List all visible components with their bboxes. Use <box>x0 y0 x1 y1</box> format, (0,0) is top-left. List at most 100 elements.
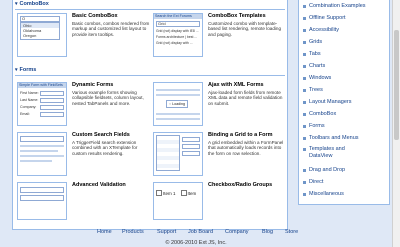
form-field <box>182 151 200 156</box>
bullet-icon <box>303 125 306 128</box>
sample-checkbox-radio-groups[interactable]: Item 1 Item Checkbox/Radio Groups <box>153 182 287 220</box>
sample-thumbnail[interactable] <box>153 132 203 176</box>
checkbox-icon <box>180 190 187 196</box>
nav-item-windows[interactable]: Windows <box>303 74 331 83</box>
sample-thumbnail[interactable] <box>17 182 67 220</box>
collapse-icon[interactable]: ▾ <box>15 1 18 8</box>
nav-item-grids[interactable]: Grids <box>303 38 322 47</box>
site-footer: Home Products Support Job Board Company … <box>0 226 392 247</box>
sample-description: Customized combo with template-based lis… <box>208 21 282 37</box>
footer-link-job-board[interactable]: Job Board <box>188 229 213 235</box>
nav-item-charts[interactable]: Charts <box>303 62 325 71</box>
placeholder-line <box>20 160 52 162</box>
sample-description: A TriggerField search extension combined… <box>72 140 138 156</box>
form-field <box>182 137 200 142</box>
sample-title[interactable]: ComboBox Templates <box>208 13 266 19</box>
forms-section-heading[interactable]: ▾ Forms <box>15 67 36 74</box>
sample-combobox-templates[interactable]: Search the Ext Forums Grid Grid (not) di… <box>153 13 287 63</box>
sample-grid-to-form[interactable]: Binding a Grid to a Form A grid embedded… <box>153 132 287 182</box>
search-result: Forms architecture | best ... <box>156 35 198 39</box>
sample-dynamic-forms[interactable]: Simple Form with FieldSets First Name: L… <box>17 82 151 132</box>
sample-thumbnail[interactable]: O Ohio Oklahoma Oregon <box>17 13 67 57</box>
sample-description: Basic combos, combos rendered from marku… <box>72 21 150 37</box>
form-label: Email: <box>20 112 30 116</box>
form-field <box>20 187 64 193</box>
bullet-icon <box>303 5 306 8</box>
placeholder-line <box>156 118 200 120</box>
placeholder-line <box>156 89 200 91</box>
scrollbar-thumb[interactable] <box>394 30 399 140</box>
sample-title[interactable]: Custom Search Fields <box>72 132 130 138</box>
sample-title[interactable]: Ajax with XML Forms <box>208 82 264 88</box>
form-field <box>40 91 64 96</box>
nav-item-toolbars-menus[interactable]: Toolbars and Menus <box>303 134 359 143</box>
sample-description: Various example forms showing collapsibl… <box>72 90 144 106</box>
sample-thumbnail[interactable]: Search the Ext Forums Grid Grid (not) di… <box>153 13 203 57</box>
nav-item-miscellaneous[interactable]: Miscellaneous <box>303 190 344 199</box>
nav-item-direct[interactable]: Direct <box>303 178 323 187</box>
sample-title[interactable]: Dynamic Forms <box>72 82 113 88</box>
bullet-icon <box>303 65 306 68</box>
collapse-icon[interactable]: ▾ <box>15 67 18 74</box>
section-divider <box>15 9 285 10</box>
sample-title[interactable]: Basic ComboBox <box>72 13 118 19</box>
nav-item-forms[interactable]: Forms <box>303 122 325 131</box>
footer-link-home[interactable]: Home <box>97 229 112 235</box>
sample-custom-search-fields[interactable]: Custom Search Fields A TriggerField sear… <box>17 132 151 182</box>
examples-nav-sidebar: Combination Examples Offline Support Acc… <box>298 0 390 205</box>
footer-link-blog[interactable]: Blog <box>262 229 273 235</box>
footer-link-store[interactable]: Store <box>285 229 298 235</box>
loading-mask: ◌ Loading <box>166 100 188 108</box>
form-field <box>40 112 64 117</box>
form-label: Company: <box>20 105 37 109</box>
sample-title[interactable]: Binding a Grid to a Form <box>208 132 272 138</box>
sample-title[interactable]: Advanced Validation <box>72 182 126 188</box>
footer-link-company[interactable]: Company <box>225 229 249 235</box>
bullet-icon <box>303 137 306 140</box>
form-field <box>20 195 64 201</box>
nav-item-offline-support[interactable]: Offline Support <box>303 14 346 23</box>
grid-preview <box>156 135 180 171</box>
search-result: Grid (not) display with ... <box>156 41 193 45</box>
sample-thumbnail[interactable]: Simple Form with FieldSets First Name: L… <box>17 82 67 126</box>
nav-item-templates-dataview[interactable]: Templates and DataView <box>303 146 359 162</box>
bullet-icon <box>303 181 306 184</box>
checkbox-icon <box>156 190 162 196</box>
bullet-icon <box>303 169 306 172</box>
checkbox-row: Item 1 Item <box>156 190 196 196</box>
bullet-icon <box>303 113 306 116</box>
sample-basic-combobox[interactable]: O Ohio Oklahoma Oregon Basic ComboBox Ba… <box>17 13 151 63</box>
search-panel-title: Search the Ext Forums <box>154 14 202 19</box>
nav-item-drag-drop[interactable]: Drag and Drop <box>303 166 345 175</box>
sample-title[interactable]: Checkbox/Radio Groups <box>208 182 272 188</box>
placeholder-line <box>156 94 200 96</box>
nav-item-trees[interactable]: Trees <box>303 86 323 95</box>
footer-link-products[interactable]: Products <box>122 229 144 235</box>
search-field <box>20 136 64 142</box>
sample-thumbnail[interactable]: Item 1 Item <box>153 182 203 220</box>
footer-link-support[interactable]: Support <box>157 229 176 235</box>
sample-ajax-xml-forms[interactable]: ◌ Loading Ajax with XML Forms Ajax-loade… <box>153 82 287 132</box>
bullet-icon <box>303 148 306 151</box>
section-divider <box>15 75 285 76</box>
sample-thumbnail[interactable]: ◌ Loading <box>153 82 203 126</box>
form-field <box>182 144 200 149</box>
form-panel-title: Simple Form with FieldSets <box>18 83 66 88</box>
combobox-section-heading[interactable]: ▾ ComboBox <box>15 1 49 8</box>
bullet-icon <box>303 17 306 20</box>
loading-icon: ◌ <box>169 102 172 106</box>
search-result: Grid (not) display with IE8 ... <box>156 29 199 33</box>
nav-item-combobox[interactable]: ComboBox <box>303 110 336 119</box>
bullet-icon <box>303 77 306 80</box>
examples-panel: ▾ ComboBox O Ohio Oklahoma Oregon Basic … <box>12 0 288 230</box>
sample-advanced-validation[interactable]: Advanced Validation <box>17 182 151 220</box>
vertical-scrollbar[interactable] <box>392 0 400 247</box>
nav-item-tabs[interactable]: Tabs <box>303 50 321 59</box>
sample-thumbnail[interactable] <box>17 132 67 176</box>
nav-item-combination-examples[interactable]: Combination Examples <box>303 2 366 11</box>
form-field <box>40 105 64 110</box>
form-label: First Name: <box>20 91 39 95</box>
nav-item-accessibility[interactable]: Accessibility <box>303 26 339 35</box>
nav-item-layout-managers[interactable]: Layout Managers <box>303 98 352 107</box>
placeholder-line <box>20 150 58 152</box>
